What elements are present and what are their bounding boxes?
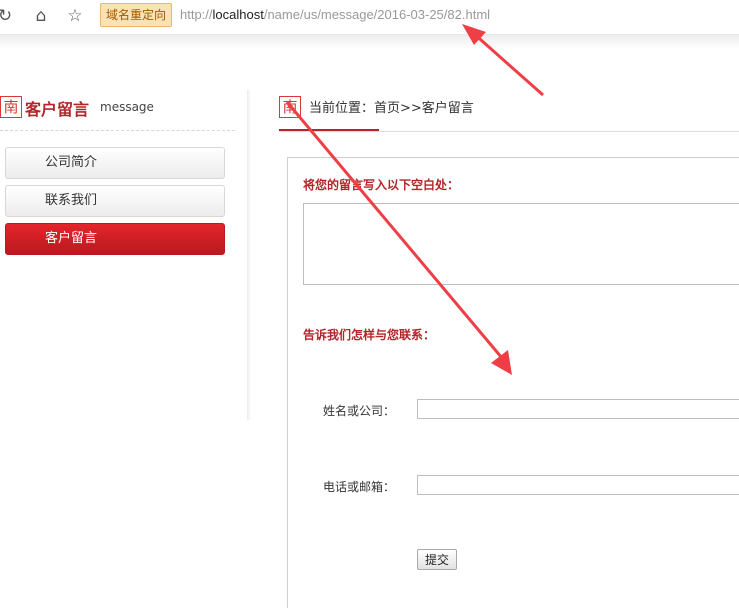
breadcrumb-text: 当前位置：首页>>客户留言	[309, 97, 474, 116]
domain-redirect-badge[interactable]: 域名重定向	[100, 3, 173, 27]
breadcrumb-logo-icon: 南	[279, 96, 301, 118]
refresh-icon[interactable]: ↻	[0, 5, 16, 27]
breadcrumb-path[interactable]: 首页>>客户留言	[374, 101, 474, 116]
sidebar-item-company-intro[interactable]: 公司简介	[5, 147, 225, 179]
sidebar-menu: 公司简介 联系我们 客户留言	[5, 147, 225, 261]
breadcrumb-prefix: 当前位置：	[309, 101, 375, 116]
submit-button[interactable]: 提交	[417, 549, 457, 570]
message-textarea[interactable]	[303, 203, 739, 285]
url-scheme: http://	[180, 7, 213, 22]
contact-label: 电话或邮箱：	[323, 480, 396, 494]
name-label: 姓名或公司：	[323, 404, 396, 418]
breadcrumb: 南 当前位置：首页>>客户留言	[279, 94, 739, 132]
message-prompt: 将您的留言写入以下空白处：	[303, 178, 460, 192]
url-host: localhost	[212, 7, 264, 22]
url-path: /name/us/message/2016-03-25/82.html	[263, 7, 491, 22]
contact-prompt: 告诉我们怎样与您联系：	[303, 328, 436, 342]
address-bar[interactable]: http://localhost/name/us/message/2016-03…	[180, 7, 490, 22]
sidebar-header: 南 客户留言 message	[0, 94, 235, 131]
header-shadow	[0, 35, 739, 49]
contact-input[interactable]	[417, 475, 739, 495]
home-icon[interactable]: ⌂	[30, 5, 52, 27]
message-form: 将您的留言写入以下空白处： 告诉我们怎样与您联系： 姓名或公司： 电话或邮箱： …	[287, 157, 739, 608]
logo-icon: 南	[0, 96, 22, 118]
sidebar-item-contact-us[interactable]: 联系我们	[5, 185, 225, 217]
name-input[interactable]	[417, 399, 739, 419]
sidebar-title: 客户留言	[25, 100, 90, 119]
sidebar-subtitle: message	[100, 100, 154, 114]
breadcrumb-accent-line	[279, 129, 379, 131]
star-icon[interactable]: ☆	[64, 5, 86, 27]
column-divider	[247, 90, 251, 420]
sidebar-item-customer-message[interactable]: 客户留言	[5, 223, 225, 255]
browser-toolbar: ↻ ⌂ ☆ 域名重定向 http://localhost/name/us/mes…	[0, 0, 739, 35]
